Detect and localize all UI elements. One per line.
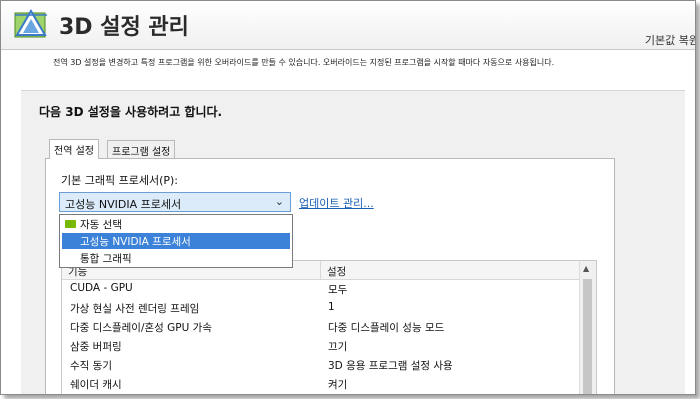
update-management-link[interactable]: 업데이트 관리... xyxy=(299,195,374,211)
dropdown-option-auto-select[interactable]: 자동 선택 xyxy=(62,216,290,232)
scrollbar-thumb[interactable] xyxy=(583,279,592,394)
table-row[interactable]: 수직 동기 3D 응용 프로그램 설정 사용 xyxy=(62,355,578,374)
table-row[interactable]: CUDA - GPU 모두 xyxy=(62,279,578,298)
setting-cell: 다중 디스플레이 성능 모드 xyxy=(328,322,445,334)
tab-global-settings[interactable]: 전역 설정 xyxy=(49,139,99,159)
chevron-down-icon: ⌄ xyxy=(274,195,284,208)
table-row[interactable]: 다중 디스플레이/혼성 GPU 가속 다중 디스플레이 성능 모드 xyxy=(62,317,578,336)
title-bar: 3D 설정 관리 기본값 복원 xyxy=(1,1,695,50)
scroll-up-arrow-icon[interactable]: ▲ xyxy=(583,264,589,273)
tab-program-settings[interactable]: 프로그램 설정 xyxy=(107,140,176,160)
section-heading: 다음 3D 설정을 사용하려고 합니다. xyxy=(39,105,223,119)
setting-cell: 모두 xyxy=(328,284,348,296)
page-title: 3D 설정 관리 xyxy=(59,15,189,40)
feature-cell: CUDA - GPU xyxy=(70,282,133,294)
column-header-setting[interactable]: 설정 xyxy=(320,261,579,280)
setting-cell: 1 xyxy=(328,301,335,313)
table-row[interactable]: 삼중 버퍼링 끄기 xyxy=(62,336,578,355)
page-description: 전역 3D 설정을 변경하고 특정 프로그램을 위한 오버라이드를 만들 수 있… xyxy=(53,58,555,67)
dropdown-option-high-performance-nvidia[interactable]: 고성능 NVIDIA 프로세서 xyxy=(62,233,290,249)
settings-table: 기능 설정 CUDA - GPU 모두 가상 현실 사전 렌더링 프레임 1 다… xyxy=(61,260,597,394)
setting-cell: 켜기 xyxy=(328,379,348,391)
table-row[interactable]: 쉐이더 캐시 켜기 xyxy=(62,374,578,393)
feature-cell: 쉐이더 캐시 xyxy=(70,379,122,391)
dropdown-selected-value: 고성능 NVIDIA 프로세서 xyxy=(65,198,182,211)
feature-cell: 다중 디스플레이/혼성 GPU 가속 xyxy=(70,322,212,334)
feature-cell: 삼중 버퍼링 xyxy=(70,341,122,353)
vertical-scrollbar[interactable]: ▲ xyxy=(579,261,596,394)
dropdown-option-integrated-graphics[interactable]: 통합 그래픽 xyxy=(62,250,290,266)
preferred-processor-label: 기본 그래픽 프로세서(P): xyxy=(61,174,178,187)
setting-cell: 3D 응용 프로그램 설정 사용 xyxy=(328,360,453,372)
table-row[interactable]: 가상 현실 사전 렌더링 프레임 1 xyxy=(62,298,578,317)
3d-settings-logo-icon xyxy=(14,9,47,38)
nvidia-icon xyxy=(65,220,76,228)
nvidia-control-panel-window: 3D 설정 관리 기본값 복원 전역 3D 설정을 변경하고 특정 프로그램을 … xyxy=(0,0,696,395)
preferred-processor-dropdown[interactable]: 고성능 NVIDIA 프로세서 ⌄ xyxy=(59,192,291,212)
setting-cell: 끄기 xyxy=(328,341,348,353)
processor-dropdown-list: 자동 선택 고성능 NVIDIA 프로세서 통합 그래픽 xyxy=(59,214,293,268)
restore-defaults-link[interactable]: 기본값 복원 xyxy=(645,32,695,48)
feature-cell: 가상 현실 사전 렌더링 프레임 xyxy=(70,303,200,315)
feature-cell: 수직 동기 xyxy=(70,360,112,372)
